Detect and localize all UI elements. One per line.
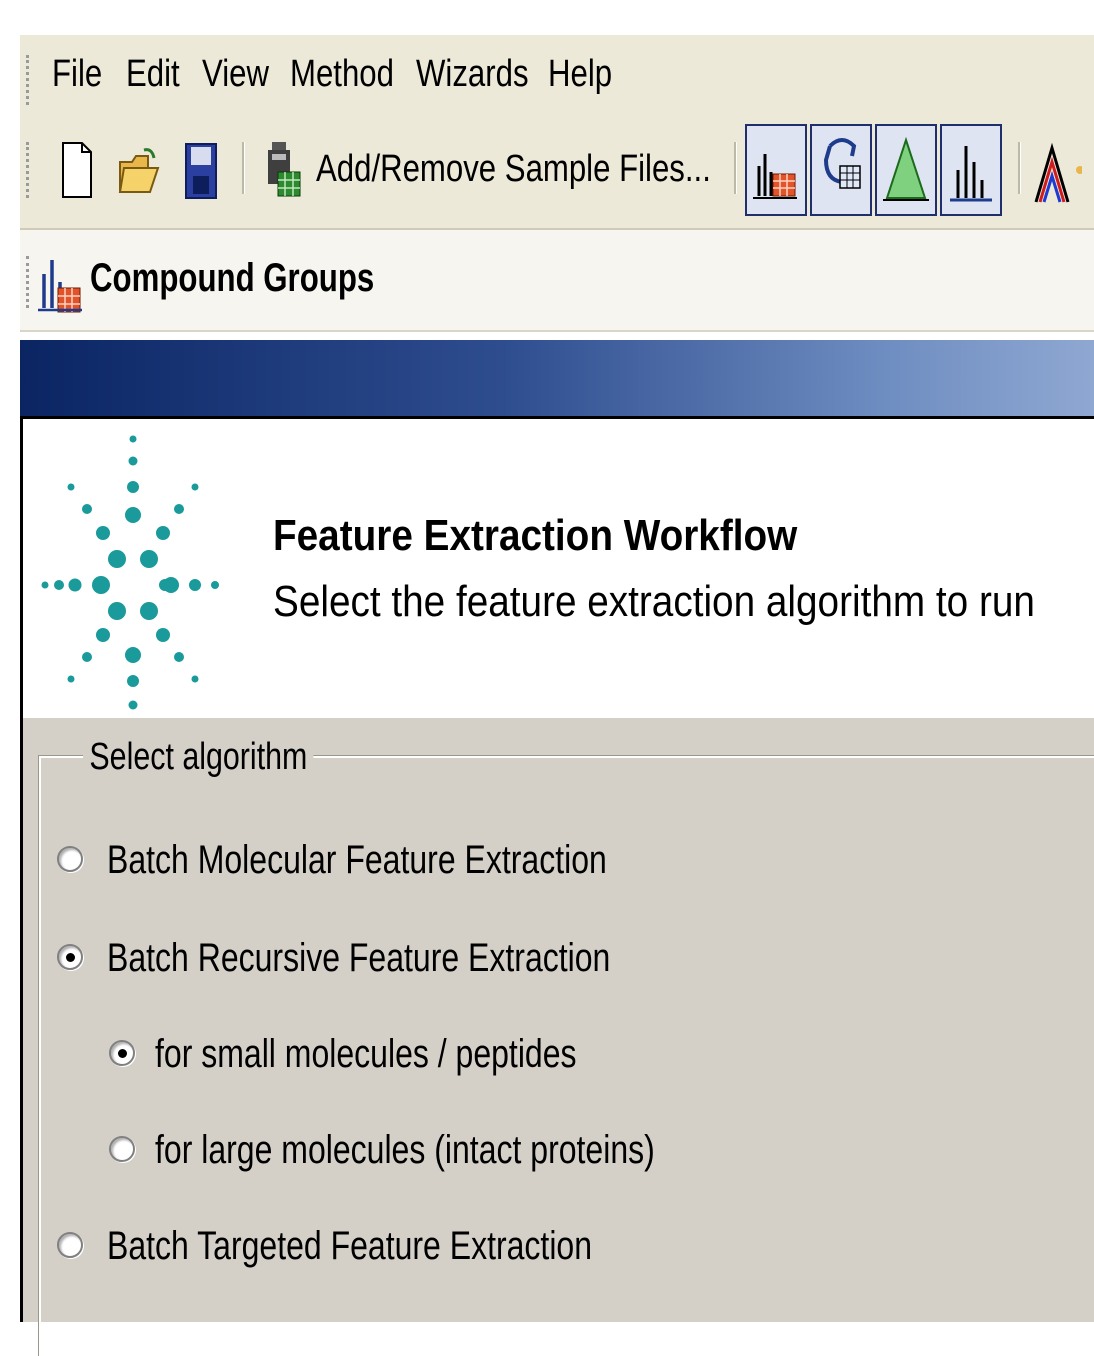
save-button[interactable]	[184, 142, 218, 205]
menu-edit[interactable]: Edit	[126, 53, 180, 96]
cropped-heading	[0, 0, 1094, 35]
menu-grip[interactable]	[26, 55, 33, 105]
compound-groups-button[interactable]	[36, 254, 86, 321]
wizard-panel: Feature Extraction Workflow Select the f…	[20, 416, 1094, 1356]
wizard-header: Feature Extraction Workflow Select the f…	[23, 416, 1094, 718]
select-algorithm-legend: Select algorithm	[83, 736, 314, 779]
toolbar-separator	[734, 142, 737, 194]
peak-icon	[883, 136, 929, 201]
open-button[interactable]	[118, 146, 160, 201]
wizard-title: Feature Extraction Workflow	[273, 511, 798, 560]
radio-small-molecules[interactable]	[109, 1040, 135, 1066]
toolbar-separator	[242, 142, 245, 194]
menu-bar: File Edit View Method Wizards Help	[20, 35, 1094, 120]
chromatogram-icon	[1034, 142, 1084, 203]
option-label: for large molecules (intact proteins)	[155, 1128, 655, 1172]
open-folder-icon	[118, 148, 160, 193]
company-logo-icon	[41, 435, 219, 710]
spectrum-view-button[interactable]	[940, 124, 1002, 216]
compound-groups-grip[interactable]	[26, 256, 33, 308]
new-file-button[interactable]	[60, 140, 94, 205]
compound-table-icon	[753, 154, 797, 199]
add-remove-sample-files-label: Add/Remove Sample Files...	[316, 148, 711, 190]
option-batch-targeted[interactable]: Batch Targeted Feature Extraction	[57, 1218, 617, 1274]
compound-table-view-button[interactable]	[745, 124, 807, 216]
option-label: for small molecules / peptides	[155, 1032, 577, 1076]
option-batch-molecular[interactable]: Batch Molecular Feature Extraction	[57, 832, 617, 888]
radio-large-molecules[interactable]	[109, 1136, 135, 1162]
option-label: Batch Targeted Feature Extraction	[107, 1224, 593, 1268]
option-label: Batch Recursive Feature Extraction	[107, 936, 611, 980]
sample-files-icon	[268, 142, 301, 197]
radio-selected-dot	[66, 953, 75, 962]
toolbar-grip[interactable]	[26, 142, 33, 198]
radio-batch-recursive[interactable]	[57, 944, 83, 970]
menu-file[interactable]: File	[52, 53, 102, 96]
option-large-molecules[interactable]: for large molecules (intact proteins)	[109, 1122, 655, 1178]
option-batch-recursive[interactable]: Batch Recursive Feature Extraction	[57, 930, 617, 986]
wizard-subtitle: Select the feature extraction algorithm …	[273, 577, 1035, 626]
menu-help[interactable]: Help	[548, 53, 612, 96]
menu-method[interactable]: Method	[290, 53, 394, 96]
menu-wizards[interactable]: Wizards	[416, 53, 529, 96]
radio-selected-dot	[118, 1049, 127, 1058]
peak-view-button[interactable]	[875, 124, 937, 216]
option-small-molecules[interactable]: for small molecules / peptides	[109, 1026, 609, 1082]
new-file-icon	[62, 142, 92, 198]
recursive-table-view-button[interactable]	[810, 124, 872, 216]
add-remove-sample-files-button[interactable]: Add/Remove Sample Files...	[264, 140, 734, 202]
compound-groups-icon	[38, 260, 82, 313]
radio-batch-molecular[interactable]	[57, 846, 83, 872]
menu-view[interactable]: View	[202, 53, 269, 96]
chromatogram-view-button[interactable]	[1032, 140, 1084, 215]
option-label: Batch Molecular Feature Extraction	[107, 838, 607, 882]
recursive-table-icon	[823, 138, 861, 189]
compound-groups-label[interactable]: Compound Groups	[90, 256, 374, 301]
save-icon	[185, 143, 217, 199]
radio-batch-targeted[interactable]	[57, 1232, 83, 1258]
spectrum-icon	[950, 146, 992, 202]
toolbar-separator	[1018, 142, 1021, 194]
compound-groups-bar: Compound Groups	[20, 230, 1094, 332]
panel-title-bar	[20, 340, 1094, 416]
